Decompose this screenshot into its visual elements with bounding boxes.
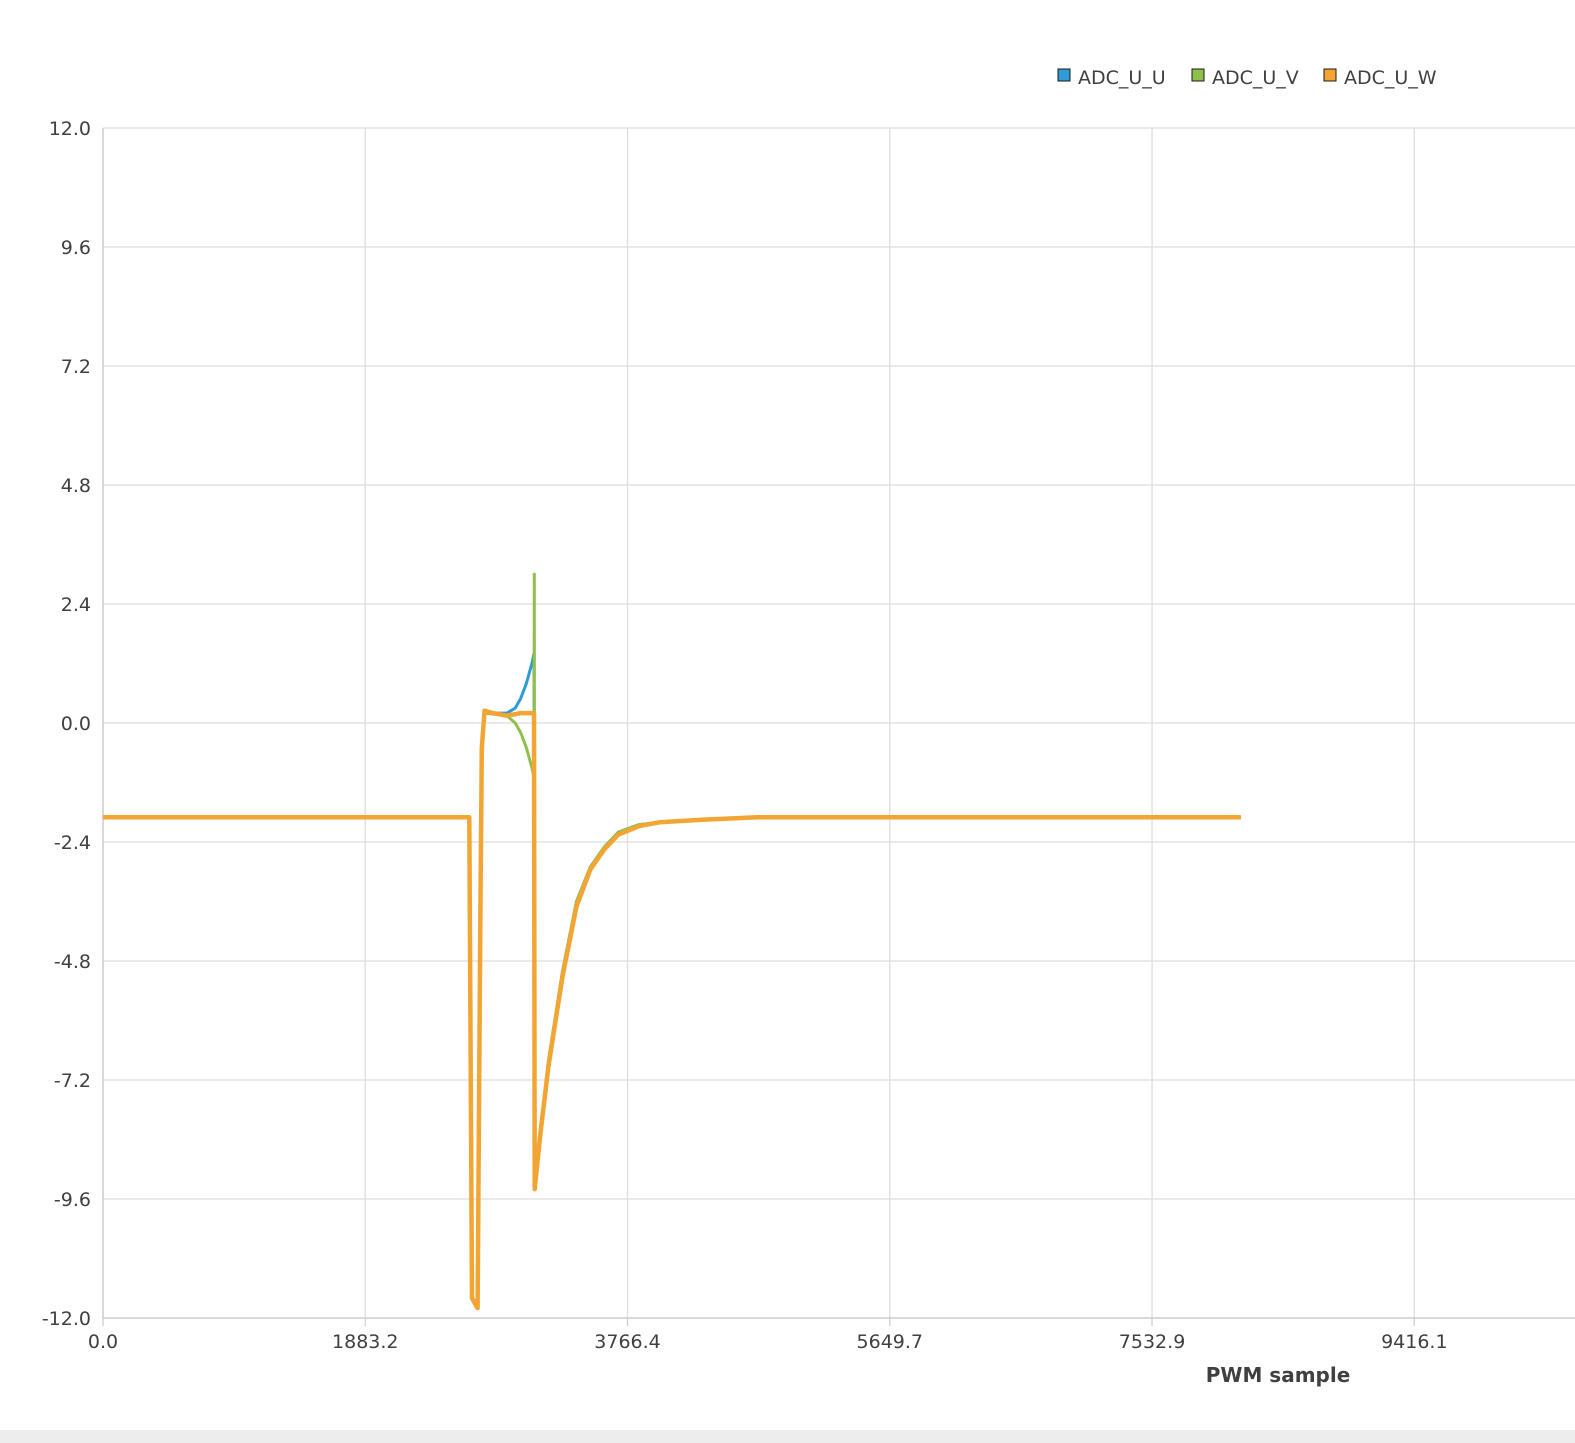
- bottom-scrollbar-strip: [0, 1430, 1575, 1443]
- x-tick-label: 9416.1: [1381, 1331, 1447, 1353]
- y-tick-label: -2.4: [54, 832, 91, 854]
- y-tick-label: 12.0: [49, 118, 91, 140]
- x-tick-label: 0.0: [88, 1331, 118, 1353]
- legend-swatch: [1191, 68, 1205, 82]
- y-tick-label: -12.0: [42, 1308, 91, 1330]
- series-line-adc-u-v: [103, 572, 1241, 1305]
- legend-item-adc-u-v[interactable]: ADC_U_V: [1191, 67, 1299, 89]
- legend-item-adc-u-u[interactable]: ADC_U_U: [1057, 67, 1166, 89]
- y-tick-label: -7.2: [54, 1070, 91, 1092]
- line-chart: 12.0 9.6 7.2 4.8 2.4 0.0 -2.4 -4.8 -7.2 -9.6 -12.0…: [42, 67, 1575, 1387]
- y-tick-label: -4.8: [54, 951, 91, 973]
- x-tick-label: 1883.2: [332, 1331, 398, 1353]
- legend-swatch: [1323, 68, 1337, 82]
- x-tick-label: 3766.4: [594, 1331, 660, 1353]
- chart-container: 12.0 9.6 7.2 4.8 2.4 0.0 -2.4 -4.8 -7.2 -9.6 -12.0…: [0, 0, 1575, 1443]
- legend-swatch: [1057, 68, 1071, 82]
- legend-item-adc-u-w[interactable]: ADC_U_W: [1323, 67, 1437, 89]
- grid-lines: [102, 127, 1575, 1326]
- y-tick-label: 7.2: [61, 356, 91, 378]
- y-tick-label: 0.0: [61, 713, 91, 735]
- legend-label: ADC_U_W: [1344, 67, 1437, 89]
- y-tick-label: 9.6: [61, 237, 91, 259]
- x-tick-label: 5649.7: [857, 1331, 923, 1353]
- y-axis-tick-labels: 12.0 9.6 7.2 4.8 2.4 0.0 -2.4 -4.8 -7.2 -9.6 -12.0: [42, 118, 91, 1330]
- y-tick-label: 4.8: [61, 475, 91, 497]
- y-tick-label: -9.6: [54, 1189, 91, 1211]
- series-line-adc-u-w: [103, 708, 1241, 1311]
- legend-label: ADC_U_U: [1078, 67, 1166, 89]
- y-tick-label: 2.4: [61, 594, 91, 616]
- legend-label: ADC_U_V: [1212, 67, 1299, 89]
- series-lines: [103, 572, 1241, 1311]
- x-tick-label: 7532.9: [1119, 1331, 1185, 1353]
- series-line-adc-u-u: [103, 652, 1241, 1305]
- legend: ADC_U_U ADC_U_V ADC_U_W: [1057, 67, 1437, 89]
- x-axis-title: PWM sample: [1206, 1363, 1351, 1387]
- x-axis-tick-labels: 0.0 1883.2 3766.4 5649.7 7532.9 9416.1: [88, 1331, 1448, 1353]
